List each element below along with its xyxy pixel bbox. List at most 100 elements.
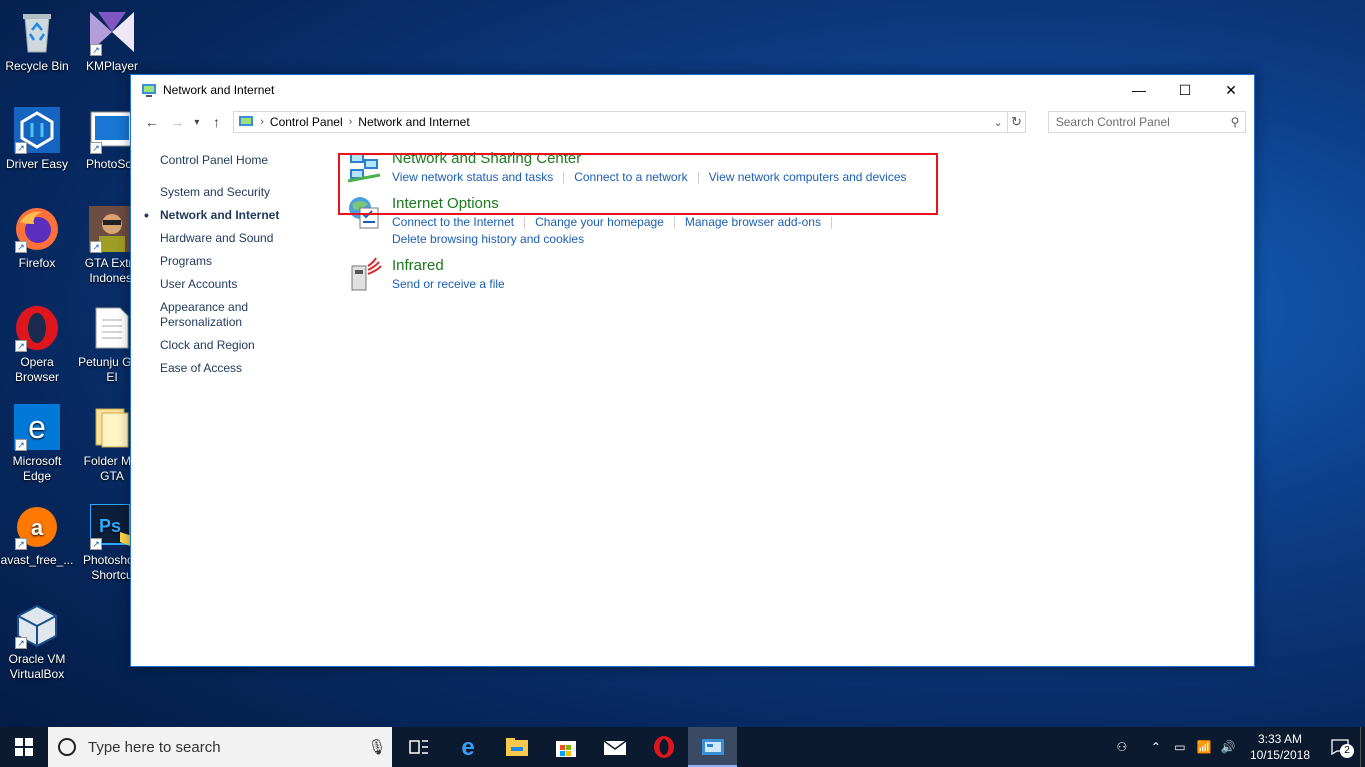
search-input[interactable] [1055,115,1226,129]
sidebar-item-clock-and-region[interactable]: Clock and Region [160,338,331,353]
wifi-icon[interactable]: 📶 [1192,740,1216,754]
svg-text:e: e [461,735,474,759]
notification-badge: 2 [1340,744,1354,758]
desktop-icon-opera[interactable]: ↗ Opera Browser [0,304,74,385]
link-delete-browsing-history[interactable]: Delete browsing history and cookies [392,232,584,246]
sidebar-item-home[interactable]: Control Panel Home [160,153,331,168]
main-panel: Network and Sharing Center View network … [331,139,907,384]
infrared-icon [351,257,382,291]
forward-button[interactable]: → [165,109,191,135]
taskbar: Type here to search 🎙 e ⚇ ⌃ ▭ 📶 🔊 3:33 A… [0,727,1365,767]
clock[interactable]: 3:33 AM 10/15/2018 [1250,731,1310,763]
mail-icon [603,740,626,755]
control-panel-icon [239,116,254,126]
link-divider [697,171,699,184]
minimize-button[interactable]: — [1116,75,1162,105]
document-icon [88,304,136,352]
category-title[interactable]: Network and Sharing Center [392,149,907,169]
taskbar-edge-button[interactable]: e [443,727,492,767]
refresh-button[interactable]: ↻ [1008,111,1026,133]
desktop-icon-label: Recycle Bin [5,59,69,73]
taskbar-opera-button[interactable] [639,727,688,767]
back-button[interactable]: ← [139,109,165,135]
chevron-right-icon: › [260,116,264,128]
gta-icon: ↗ [88,205,136,253]
desktop-icon-driver-easy[interactable]: ↗ Driver Easy [0,106,74,172]
firefox-icon: ↗ [13,205,61,253]
chevron-down-icon[interactable]: ⌄ [989,116,1007,129]
close-button[interactable]: ✕ [1208,75,1254,105]
chevron-up-icon[interactable]: ⌃ [1144,740,1168,754]
edge-icon: e ↗ [13,403,61,451]
sidebar-item-system-and-security[interactable]: System and Security [160,185,331,200]
taskbar-control-panel-button[interactable] [688,727,737,767]
link-view-network-status[interactable]: View network status and tasks [392,170,553,184]
link-send-receive-file[interactable]: Send or receive a file [392,277,505,291]
desktop-icon-label: Driver Easy [5,157,68,171]
virtualbox-icon: ↗ [13,601,61,649]
taskbar-mail-button[interactable] [590,727,639,767]
link-divider [830,216,832,229]
taskbar-search[interactable]: Type here to search 🎙 [48,727,392,767]
link-manage-addons[interactable]: Manage browser add-ons [685,215,821,229]
clock-date: 10/15/2018 [1249,748,1310,762]
recent-locations-button[interactable]: ▾ [190,109,204,135]
breadcrumb-control-panel[interactable]: Control Panel [270,115,343,129]
start-button[interactable] [0,727,48,767]
link-change-homepage[interactable]: Change your homepage [535,215,664,229]
sidebar-item-ease-of-access[interactable]: Ease of Access [160,361,331,376]
search-box: ⚲ [1047,111,1247,133]
content-area: Control Panel Home System and Security N… [131,139,1254,384]
svg-text:a: a [31,515,44,540]
desktop-icon-label: Opera Browser [14,355,59,384]
sidebar-item-user-accounts[interactable]: User Accounts [160,277,331,292]
action-center-button[interactable]: 2 [1320,727,1360,767]
task-view-button[interactable] [394,727,443,767]
link-connect-to-internet[interactable]: Connect to the Internet [392,215,514,229]
sidebar-item-programs[interactable]: Programs [160,254,331,269]
desktop-icon-recycle-bin[interactable]: Recycle Bin [0,8,74,74]
category-internet-options: Internet Options Connect to the Internet… [346,194,907,248]
control-panel-window: Network and Internet — ☐ ✕ ← → ▾ ↑ › Con… [130,74,1255,667]
battery-icon[interactable]: ▭ [1168,740,1192,754]
people-icon[interactable]: ⚇ [1110,740,1134,754]
desktop-icon-label: Microsoft Edge [12,454,62,483]
task-view-icon [408,740,428,754]
microphone-icon[interactable]: 🎙 [362,738,392,756]
desktop-icon-avast[interactable]: a ↗ avast_free_... [0,502,74,568]
desktop-icon-firefox[interactable]: ↗ Firefox [0,205,74,271]
desktop-icon-virtualbox[interactable]: ↗ Oracle VM VirtualBox [0,601,74,682]
category-title[interactable]: Infrared [392,256,505,276]
show-desktop-button[interactable] [1360,727,1365,767]
up-button[interactable]: ↑ [204,109,230,135]
taskbar-file-explorer-button[interactable] [492,727,541,767]
taskbar-search-placeholder: Type here to search [88,738,221,756]
kmplayer-icon: ↗ [88,8,136,56]
sidebar-item-hardware-and-sound[interactable]: Hardware and Sound [160,231,331,246]
title-bar: Network and Internet — ☐ ✕ [131,75,1254,105]
desktop-icon-kmplayer[interactable]: ↗ KMPlayer [75,8,149,74]
sidebar-item-appearance[interactable]: Appearance and Personalization [160,300,260,330]
breadcrumb-network-and-internet[interactable]: Network and Internet [358,115,469,129]
svg-text:Ps: Ps [99,516,121,536]
desktop-icon-label: avast_free_... [0,553,74,567]
volume-icon[interactable]: 🔊 [1216,740,1240,754]
window-title: Network and Internet [163,83,275,97]
system-tray: ⚇ ⌃ ▭ 📶 🔊 3:33 AM 10/15/2018 2 [1110,727,1365,767]
address-bar[interactable]: › Control Panel › Network and Internet ⌄ [233,111,1009,133]
desktop-icon-label: Oracle VM VirtualBox [8,652,66,681]
link-divider [563,171,565,184]
desktop-icon-label: Firefox [18,256,56,270]
folder-icon [88,403,136,451]
desktop-icon-edge[interactable]: e ↗ Microsoft Edge [0,403,74,484]
taskbar-store-button[interactable] [541,727,590,767]
opera-icon: ↗ [13,304,61,352]
maximize-button[interactable]: ☐ [1162,75,1208,105]
category-infrared: Infrared Send or receive a file [346,256,907,293]
link-connect-to-network[interactable]: Connect to a network [574,170,687,184]
network-icon [142,84,156,97]
link-view-network-computers[interactable]: View network computers and devices [709,170,907,184]
search-icon[interactable]: ⚲ [1225,115,1245,129]
category-network-sharing-center: Network and Sharing Center View network … [346,149,907,186]
category-title[interactable]: Internet Options [392,194,842,214]
